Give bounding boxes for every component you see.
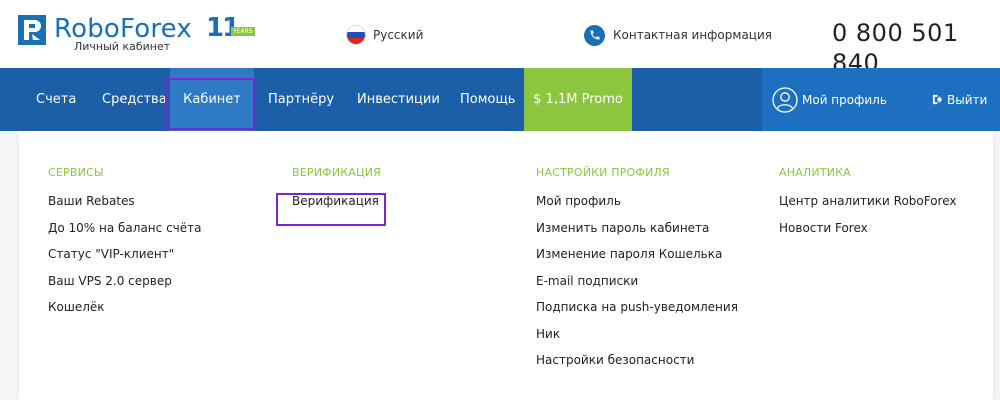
column-heading: ВЕРИФИКАЦИЯ <box>292 166 382 179</box>
column-heading: НАСТРОЙКИ ПРОФИЛЯ <box>536 166 670 179</box>
column-heading: СЕРВИСЫ <box>48 166 104 179</box>
logo-subtitle: Личный кабинет <box>74 40 171 53</box>
link-my-profile[interactable]: Мой профиль <box>536 193 738 209</box>
column-verification: ВЕРИФИКАЦИЯ Верификация <box>292 166 381 220</box>
link-vps-server[interactable]: Ваш VPS 2.0 сервер <box>48 273 201 289</box>
nav-item-funds[interactable]: Средства <box>102 68 167 131</box>
profile-area: Мой профиль Выйти <box>762 68 1000 131</box>
language-label: Русский <box>373 28 424 42</box>
logout-link[interactable]: Выйти <box>932 68 987 131</box>
logo-years-badge: 11 YEARS <box>206 13 262 45</box>
column-profile-settings: НАСТРОЙКИ ПРОФИЛЯ Мой профиль Изменить п… <box>536 166 738 379</box>
roboforex-logo[interactable]: RoboForex Личный кабинет 11 YEARS <box>18 12 258 56</box>
years-label: YEARS <box>231 27 255 36</box>
logout-icon <box>932 94 943 105</box>
nav-item-partner[interactable]: Партнёру <box>268 68 334 131</box>
column-services: СЕРВИСЫ Ваши Rebates До 10% на баланс сч… <box>48 166 201 326</box>
link-change-wallet-password[interactable]: Изменение пароля Кошелька <box>536 246 738 262</box>
my-profile-label: Мой профиль <box>802 92 887 107</box>
cabinet-dropdown-menu: СЕРВИСЫ Ваши Rebates До 10% на баланс сч… <box>19 131 993 400</box>
nav-item-promo[interactable]: $ 1,1M Promo <box>524 68 632 131</box>
column-heading: АНАЛИТИКА <box>779 166 851 179</box>
link-forex-news[interactable]: Новости Forex <box>779 220 957 236</box>
nav-item-accounts[interactable]: Счета <box>36 68 76 131</box>
link-nickname[interactable]: Ник <box>536 326 738 342</box>
link-balance-bonus[interactable]: До 10% на баланс счёта <box>48 220 201 236</box>
column-analytics: АНАЛИТИКА Центр аналитики RoboForex Ново… <box>779 166 957 246</box>
logout-label: Выйти <box>947 92 988 107</box>
main-nav: Счета Средства Кабинет Партнёру Инвестиц… <box>0 68 1000 131</box>
user-avatar-icon <box>772 86 798 113</box>
contact-info-link[interactable]: Контактная информация <box>584 24 772 46</box>
link-vip-status[interactable]: Статус "VIP-клиент" <box>48 246 201 262</box>
language-selector[interactable]: Русский <box>346 24 423 46</box>
roboforex-logo-icon <box>18 15 46 45</box>
link-verification[interactable]: Верификация <box>292 193 381 209</box>
my-profile-link[interactable]: Мой профиль <box>772 68 887 131</box>
nav-item-cabinet[interactable]: Кабинет <box>170 68 254 131</box>
phone-icon <box>584 24 605 46</box>
link-wallet[interactable]: Кошелёк <box>48 299 201 315</box>
link-change-cabinet-password[interactable]: Изменить пароль кабинета <box>536 220 738 236</box>
contact-label: Контактная информация <box>613 28 772 42</box>
top-header: RoboForex Личный кабинет 11 YEARS Русски… <box>0 0 1000 77</box>
link-rebates[interactable]: Ваши Rebates <box>48 193 201 209</box>
link-email-subscriptions[interactable]: E-mail подписки <box>536 273 738 289</box>
nav-item-investments[interactable]: Инвестиции <box>357 68 440 131</box>
link-analytics-center[interactable]: Центр аналитики RoboForex <box>779 193 957 209</box>
link-security-settings[interactable]: Настройки безопасности <box>536 352 738 368</box>
link-push-subscription[interactable]: Подписка на push-уведомления <box>536 299 738 315</box>
russia-flag-icon <box>346 25 366 45</box>
nav-item-help[interactable]: Помощь <box>460 68 515 131</box>
